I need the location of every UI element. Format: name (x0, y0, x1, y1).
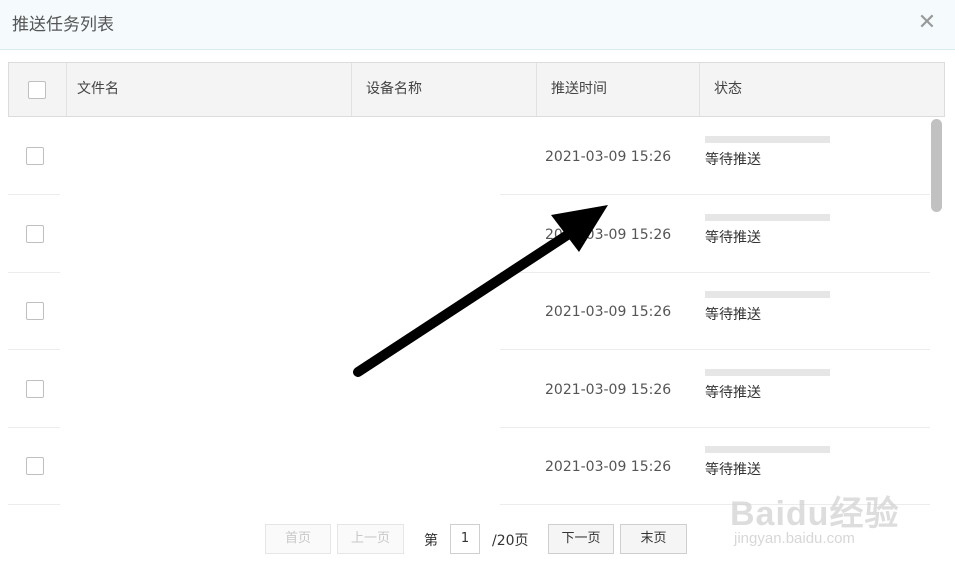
column-header-status[interactable]: 状态 (700, 63, 944, 116)
close-icon[interactable]: ✕ (917, 11, 937, 35)
header-checkbox-cell (9, 63, 67, 116)
prev-page-button[interactable]: 上一页 (337, 524, 404, 554)
row-checkbox[interactable] (26, 457, 44, 475)
column-header-file-name[interactable]: 文件名 (67, 63, 352, 116)
row-checkbox[interactable] (26, 302, 44, 320)
push-time-cell: 2021-03-09 15:26 (545, 149, 672, 165)
watermark-url: jingyan.baidu.com (734, 530, 855, 547)
table-row[interactable]: 2021-03-09 15:26 等待推送 (8, 350, 930, 428)
table-row[interactable]: 2021-03-09 15:26 等待推送 (8, 117, 930, 195)
next-page-button[interactable]: 下一页 (548, 524, 614, 554)
row-checkbox[interactable] (26, 225, 44, 243)
status-cell: 等待推送 (705, 462, 761, 478)
dialog-title: 推送任务列表 (12, 15, 114, 35)
table-body: 2021-03-09 15:26 等待推送 2021-03-09 15:26 等… (8, 117, 930, 506)
last-page-button[interactable]: 末页 (620, 524, 687, 554)
table-row[interactable]: 2021-03-09 15:26 等待推送 (8, 195, 930, 273)
file-and-device-cells (60, 272, 500, 350)
file-and-device-cells (60, 427, 500, 505)
push-time-cell: 2021-03-09 15:26 (545, 459, 672, 475)
select-all-checkbox[interactable] (28, 81, 46, 99)
total-pages-label: /20页 (492, 533, 529, 549)
progress-bar (705, 214, 830, 221)
table-scrollbar[interactable] (931, 119, 942, 212)
progress-bar (705, 446, 830, 453)
progress-bar (705, 136, 830, 143)
status-cell: 等待推送 (705, 230, 761, 246)
first-page-button[interactable]: 首页 (265, 524, 331, 554)
progress-bar (705, 291, 830, 298)
column-header-device-name[interactable]: 设备名称 (352, 63, 537, 116)
baidu-jingyan-watermark: Baidu经验 jingyan.baidu.com (730, 486, 950, 556)
file-and-device-cells (60, 117, 500, 195)
push-task-table: 文件名 设备名称 推送时间 状态 2021-03-09 15:26 等待推送 2… (8, 62, 945, 506)
row-checkbox[interactable] (26, 380, 44, 398)
table-row[interactable]: 2021-03-09 15:26 等待推送 (8, 272, 930, 350)
file-and-device-cells (60, 350, 500, 428)
push-time-cell: 2021-03-09 15:26 (545, 304, 672, 320)
status-cell: 等待推送 (705, 152, 761, 168)
watermark-logo: Baidu经验 (730, 495, 900, 533)
push-time-cell: 2021-03-09 15:26 (545, 227, 672, 243)
page-number-input[interactable]: 1 (450, 524, 480, 554)
push-time-cell: 2021-03-09 15:26 (545, 382, 672, 398)
page-prefix-label: 第 (424, 533, 438, 549)
status-cell: 等待推送 (705, 385, 761, 401)
status-cell: 等待推送 (705, 307, 761, 323)
table-header: 文件名 设备名称 推送时间 状态 (8, 62, 945, 117)
progress-bar (705, 369, 830, 376)
row-checkbox[interactable] (26, 147, 44, 165)
dialog-header: 推送任务列表 ✕ (0, 0, 955, 50)
column-header-push-time[interactable]: 推送时间 (537, 63, 700, 116)
file-and-device-cells (60, 195, 500, 273)
